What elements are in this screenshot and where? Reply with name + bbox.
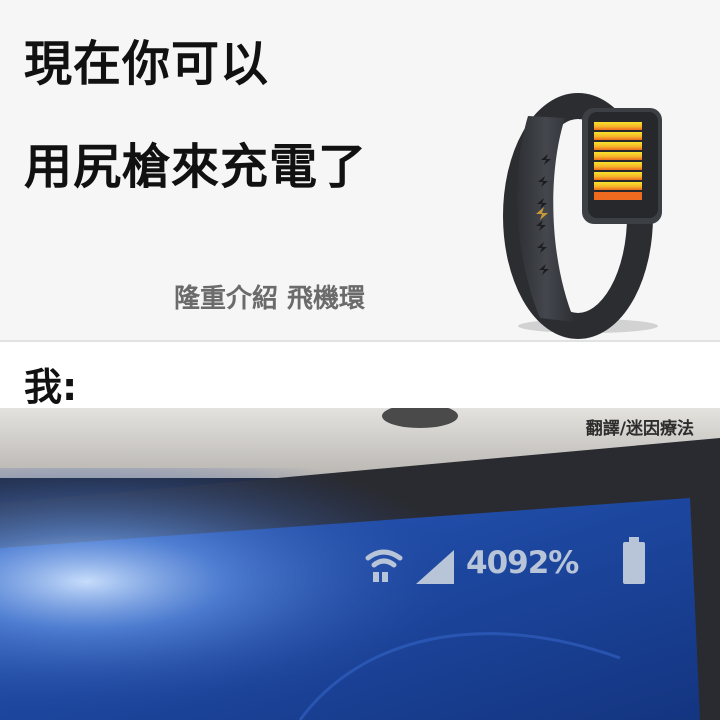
top-panel: 現在你可以 用尻槍來充電了 隆重介紹 飛機環 bbox=[0, 0, 720, 340]
screen-glare bbox=[0, 468, 720, 720]
meme-page: 現在你可以 用尻槍來充電了 隆重介紹 飛機環 我: 翻譯/迷因療法 4092% bbox=[0, 0, 720, 720]
battery-percentage: 4092% bbox=[466, 545, 579, 581]
phone-photo-background bbox=[0, 408, 720, 720]
wristband-image bbox=[503, 93, 662, 339]
reaction-label: 我: bbox=[24, 365, 78, 409]
cell-signal-icon bbox=[416, 550, 454, 584]
reaction-band bbox=[0, 342, 720, 408]
phone-photo: 翻譯/迷因療法 4092% bbox=[0, 408, 720, 720]
translation-credit: 翻譯/迷因療法 bbox=[585, 419, 694, 439]
wifi-icon bbox=[365, 549, 403, 582]
battery-icon bbox=[623, 537, 645, 584]
